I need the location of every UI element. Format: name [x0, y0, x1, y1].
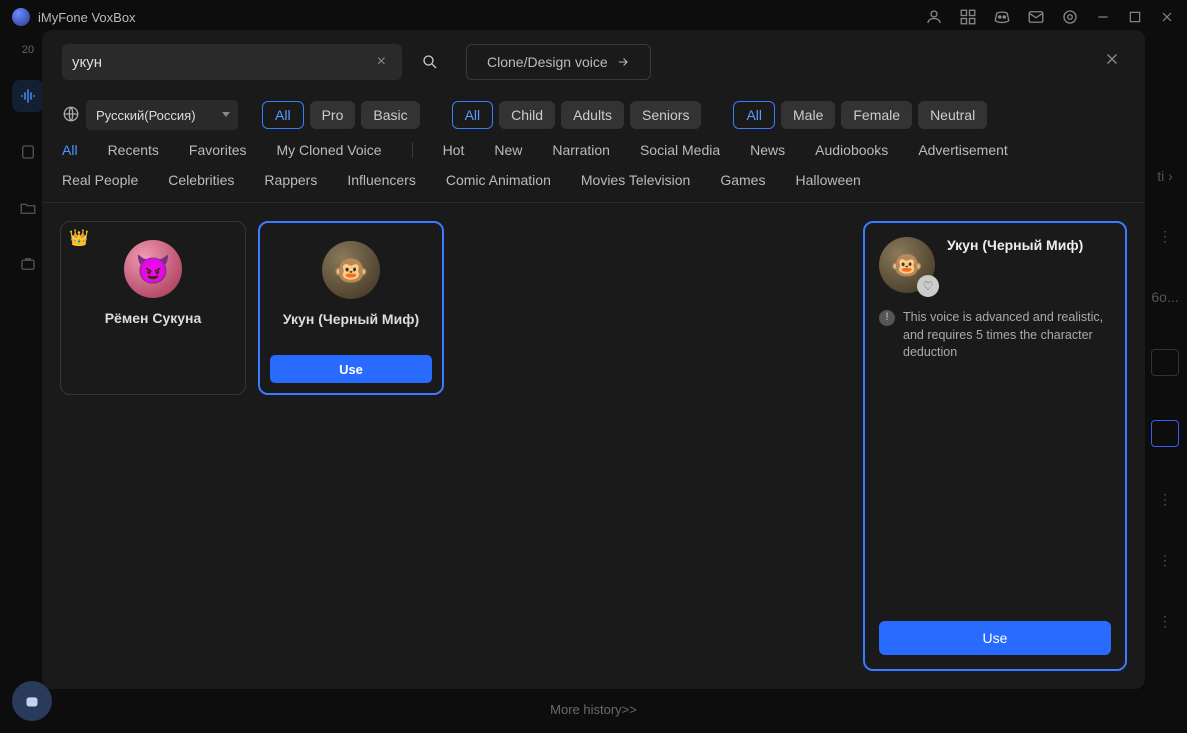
voice-avatar: 🐵: [322, 241, 380, 299]
cat-social[interactable]: Social Media: [640, 142, 720, 158]
app-title: iMyFone VoxBox: [38, 10, 136, 25]
search-box: ×: [62, 44, 402, 80]
cat-real-people[interactable]: Real People: [62, 172, 138, 188]
cat-new[interactable]: New: [494, 142, 522, 158]
age-child[interactable]: Child: [499, 101, 555, 129]
cat-halloween[interactable]: Halloween: [795, 172, 860, 188]
cat-games[interactable]: Games: [720, 172, 765, 188]
cat-all[interactable]: All: [62, 142, 78, 158]
age-seniors[interactable]: Seniors: [630, 101, 701, 129]
cat-recents[interactable]: Recents: [108, 142, 159, 158]
cat-celebrities[interactable]: Celebrities: [168, 172, 234, 188]
tier-all[interactable]: All: [262, 101, 304, 129]
discord-icon[interactable]: [993, 8, 1011, 26]
brand: iMyFone VoxBox: [12, 8, 136, 26]
apps-icon[interactable]: [959, 8, 977, 26]
gender-all[interactable]: All: [733, 101, 775, 129]
gender-female[interactable]: Female: [841, 101, 912, 129]
close-window-icon[interactable]: [1159, 9, 1175, 25]
use-voice-button[interactable]: Use: [270, 355, 432, 383]
arrow-right-icon: [616, 55, 630, 69]
voice-name: Укун (Черный Миф): [283, 311, 419, 327]
globe-icon: [62, 105, 80, 126]
titlebar: iMyFone VoxBox: [0, 0, 1187, 34]
voice-results: 👑 😈 Рёмен Сукуна 🐵 Укун (Черный Миф) Use: [60, 221, 845, 671]
age-filter: All Child Adults Seniors: [452, 101, 702, 129]
voice-card[interactable]: 👑 😈 Рёмен Сукуна: [60, 221, 246, 395]
detail-use-button[interactable]: Use: [879, 621, 1111, 655]
mail-icon[interactable]: [1027, 8, 1045, 26]
close-modal-button[interactable]: [1099, 46, 1125, 78]
tier-pro[interactable]: Pro: [310, 101, 356, 129]
clone-design-button[interactable]: Clone/Design voice: [466, 44, 651, 80]
age-all[interactable]: All: [452, 101, 494, 129]
cat-comic[interactable]: Comic Animation: [446, 172, 551, 188]
cat-narration[interactable]: Narration: [552, 142, 610, 158]
voice-name: Рёмен Сукуна: [105, 310, 202, 326]
cat-rappers[interactable]: Rappers: [264, 172, 317, 188]
search-icon: [421, 53, 439, 71]
gender-neutral[interactable]: Neutral: [918, 101, 987, 129]
clear-search-icon[interactable]: ×: [371, 53, 392, 71]
sidebar-item-3[interactable]: [12, 192, 44, 224]
voice-detail-panel: 🐵 ♡ Укун (Черный Миф) ! This voice is ad…: [863, 221, 1127, 671]
tier-filter: All Pro Basic: [262, 101, 420, 129]
gender-filter: All Male Female Neutral: [733, 101, 987, 129]
cat-advertisement[interactable]: Advertisement: [918, 142, 1007, 158]
user-icon[interactable]: [925, 8, 943, 26]
right-panel-peek: ti › ⋮ 6o... ⋮ ⋮ ⋮: [1143, 160, 1187, 630]
gender-male[interactable]: Male: [781, 101, 835, 129]
app-icon: [12, 8, 30, 26]
voice-card[interactable]: 🐵 Укун (Черный Миф) Use: [258, 221, 444, 395]
cat-hot[interactable]: Hot: [443, 142, 465, 158]
cat-audiobooks[interactable]: Audiobooks: [815, 142, 888, 158]
premium-crown-icon: 👑: [69, 228, 89, 248]
age-adults[interactable]: Adults: [561, 101, 624, 129]
detail-note-text: This voice is advanced and realistic, an…: [903, 309, 1111, 362]
minimize-icon[interactable]: [1095, 9, 1111, 25]
language-select[interactable]: Русский(Россия): [86, 100, 238, 130]
sidebar-item-2[interactable]: [12, 136, 44, 168]
settings-icon[interactable]: [1061, 8, 1079, 26]
more-history-link[interactable]: More history>>: [550, 702, 637, 717]
sidebar-item-4[interactable]: [12, 248, 44, 280]
cat-influencers[interactable]: Influencers: [347, 172, 415, 188]
close-icon: [1103, 50, 1121, 68]
info-icon: !: [879, 310, 895, 326]
search-input[interactable]: [72, 54, 371, 71]
cat-my-cloned[interactable]: My Cloned Voice: [277, 142, 382, 158]
detail-voice-title: Укун (Черный Миф): [947, 237, 1083, 253]
cat-news[interactable]: News: [750, 142, 785, 158]
search-button[interactable]: [412, 44, 448, 80]
sidebar-tts[interactable]: [12, 80, 44, 112]
maximize-icon[interactable]: [1127, 9, 1143, 25]
voice-avatar: 😈: [124, 240, 182, 298]
cat-favorites[interactable]: Favorites: [189, 142, 247, 158]
cat-movies[interactable]: Movies Television: [581, 172, 690, 188]
tier-basic[interactable]: Basic: [361, 101, 419, 129]
favorite-heart-button[interactable]: ♡: [917, 275, 939, 297]
voice-picker-modal: × Clone/Design voice Русский(Россия) All…: [42, 30, 1145, 689]
